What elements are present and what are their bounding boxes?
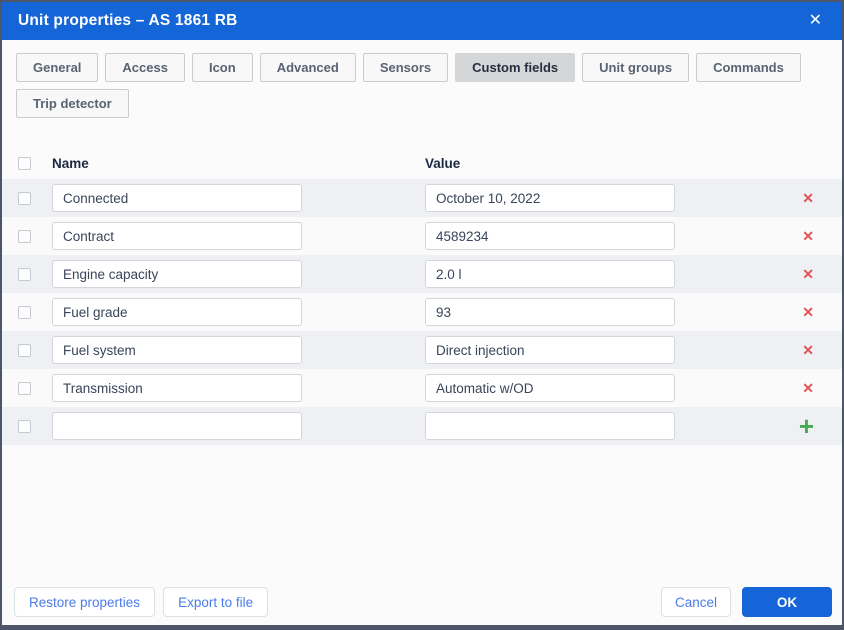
field-value-input[interactable] bbox=[425, 298, 675, 326]
row-checkbox[interactable] bbox=[18, 381, 31, 395]
tab-general[interactable]: General bbox=[16, 53, 99, 82]
new-value-input[interactable] bbox=[425, 412, 675, 440]
field-name-input[interactable] bbox=[52, 298, 302, 326]
table-row: ✕ bbox=[2, 293, 842, 331]
table-header-row: Name Value bbox=[2, 149, 842, 177]
delete-row-icon[interactable]: ✕ bbox=[802, 305, 814, 319]
delete-row-icon[interactable]: ✕ bbox=[802, 381, 814, 395]
table-row: ✕ bbox=[2, 255, 842, 293]
row-checkbox[interactable] bbox=[18, 191, 31, 205]
row-checkbox[interactable] bbox=[18, 419, 31, 433]
footer-right-actions: Cancel OK bbox=[661, 587, 832, 617]
row-checkbox[interactable] bbox=[18, 343, 31, 357]
cancel-button[interactable]: Cancel bbox=[661, 587, 731, 617]
tab-bar: General Access Icon Advanced Sensors Cus… bbox=[2, 40, 842, 125]
field-value-input[interactable] bbox=[425, 374, 675, 402]
close-icon[interactable]: ✕ bbox=[805, 11, 826, 31]
column-header-value: Value bbox=[425, 155, 461, 171]
field-value-input[interactable] bbox=[425, 184, 675, 212]
add-row-icon[interactable]: + bbox=[799, 413, 814, 439]
restore-properties-button[interactable]: Restore properties bbox=[14, 587, 156, 617]
field-value-input[interactable] bbox=[425, 336, 675, 364]
tab-advanced[interactable]: Advanced bbox=[259, 53, 356, 82]
tab-icon[interactable]: Icon bbox=[191, 53, 253, 82]
row-checkbox[interactable] bbox=[18, 229, 31, 243]
dialog-titlebar: Unit properties – AS 1861 RB ✕ bbox=[2, 2, 842, 40]
table-row: ✕ bbox=[2, 217, 842, 255]
footer-left-actions: Restore properties Export to file bbox=[14, 587, 276, 617]
table-row: ✕ bbox=[2, 179, 842, 217]
tab-trip-detector[interactable]: Trip detector bbox=[16, 89, 129, 118]
table-row: ✕ bbox=[2, 369, 842, 407]
tab-commands[interactable]: Commands bbox=[696, 53, 801, 82]
field-value-input[interactable] bbox=[425, 222, 675, 250]
delete-row-icon[interactable]: ✕ bbox=[802, 229, 814, 243]
row-checkbox[interactable] bbox=[18, 267, 31, 281]
field-name-input[interactable] bbox=[52, 184, 302, 212]
field-name-input[interactable] bbox=[52, 260, 302, 288]
select-all-checkbox[interactable] bbox=[18, 156, 31, 170]
row-checkbox[interactable] bbox=[18, 305, 31, 319]
new-name-input[interactable] bbox=[52, 412, 302, 440]
custom-fields-table: Name Value ✕ ✕ ✕ bbox=[2, 149, 842, 445]
unit-properties-dialog: Unit properties – AS 1861 RB ✕ General A… bbox=[0, 0, 844, 630]
tab-sensors[interactable]: Sensors bbox=[362, 53, 449, 82]
dialog-footer: Restore properties Export to file Cancel… bbox=[2, 587, 842, 625]
delete-row-icon[interactable]: ✕ bbox=[802, 191, 814, 205]
field-name-input[interactable] bbox=[52, 374, 302, 402]
delete-row-icon[interactable]: ✕ bbox=[802, 267, 814, 281]
table-row: ✕ bbox=[2, 331, 842, 369]
tab-custom-fields[interactable]: Custom fields bbox=[455, 53, 576, 82]
tab-access[interactable]: Access bbox=[105, 53, 185, 82]
column-header-name: Name bbox=[52, 155, 89, 171]
tab-unit-groups[interactable]: Unit groups bbox=[582, 53, 690, 82]
new-field-row: + bbox=[2, 407, 842, 445]
field-value-input[interactable] bbox=[425, 260, 675, 288]
field-name-input[interactable] bbox=[52, 336, 302, 364]
dialog-title: Unit properties – AS 1861 RB bbox=[18, 12, 238, 29]
export-to-file-button[interactable]: Export to file bbox=[163, 587, 269, 617]
delete-row-icon[interactable]: ✕ bbox=[802, 343, 814, 357]
ok-button[interactable]: OK bbox=[742, 587, 832, 617]
field-name-input[interactable] bbox=[52, 222, 302, 250]
